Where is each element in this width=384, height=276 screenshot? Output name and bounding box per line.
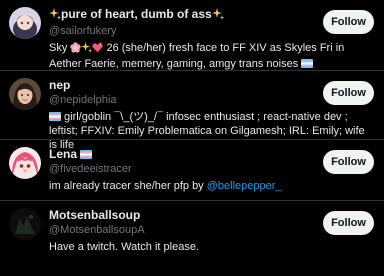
user-bio: Sky 26 (she/her) fresh face to FF XIV as… bbox=[49, 42, 345, 70]
user-cell[interactable]: Motsenballsoup @MotsenballsoupA Have a t… bbox=[0, 201, 384, 276]
user-cell[interactable]: pure of heart, dumb of ass @sailorfukery… bbox=[0, 0, 384, 71]
mention-link[interactable]: @bellepepper_ bbox=[207, 180, 282, 192]
user-bio: im already tracer she/her pfp by @bellep… bbox=[49, 180, 282, 192]
user-cell[interactable]: nep @nepidelphia girl/goblin ¯\_(ツ)_/¯ i… bbox=[0, 71, 384, 151]
avatar[interactable] bbox=[9, 208, 41, 240]
sparkles-icon bbox=[81, 42, 93, 57]
sparkles-icon bbox=[49, 8, 61, 24]
avatar[interactable] bbox=[9, 7, 41, 39]
sparkling-heart-icon bbox=[92, 42, 104, 57]
user-cell[interactable]: Lena @fivedeeistracer im already tracer … bbox=[0, 140, 384, 201]
sparkles-icon bbox=[211, 8, 224, 24]
cherry-blossom-icon bbox=[70, 42, 82, 57]
follow-button[interactable]: Follow bbox=[323, 150, 374, 174]
avatar[interactable] bbox=[9, 147, 41, 179]
follow-button[interactable]: Follow bbox=[323, 81, 374, 105]
trans-flag-icon bbox=[301, 59, 314, 68]
who-to-follow-list: pure of heart, dumb of ass @sailorfukery… bbox=[0, 0, 384, 276]
trans-flag-icon bbox=[80, 150, 93, 159]
user-bio: Have a twitch. Watch it please. bbox=[49, 241, 199, 253]
follow-button[interactable]: Follow bbox=[323, 10, 374, 34]
follow-button[interactable]: Follow bbox=[323, 211, 374, 235]
avatar[interactable] bbox=[9, 78, 41, 110]
trans-flag-icon bbox=[49, 112, 61, 121]
